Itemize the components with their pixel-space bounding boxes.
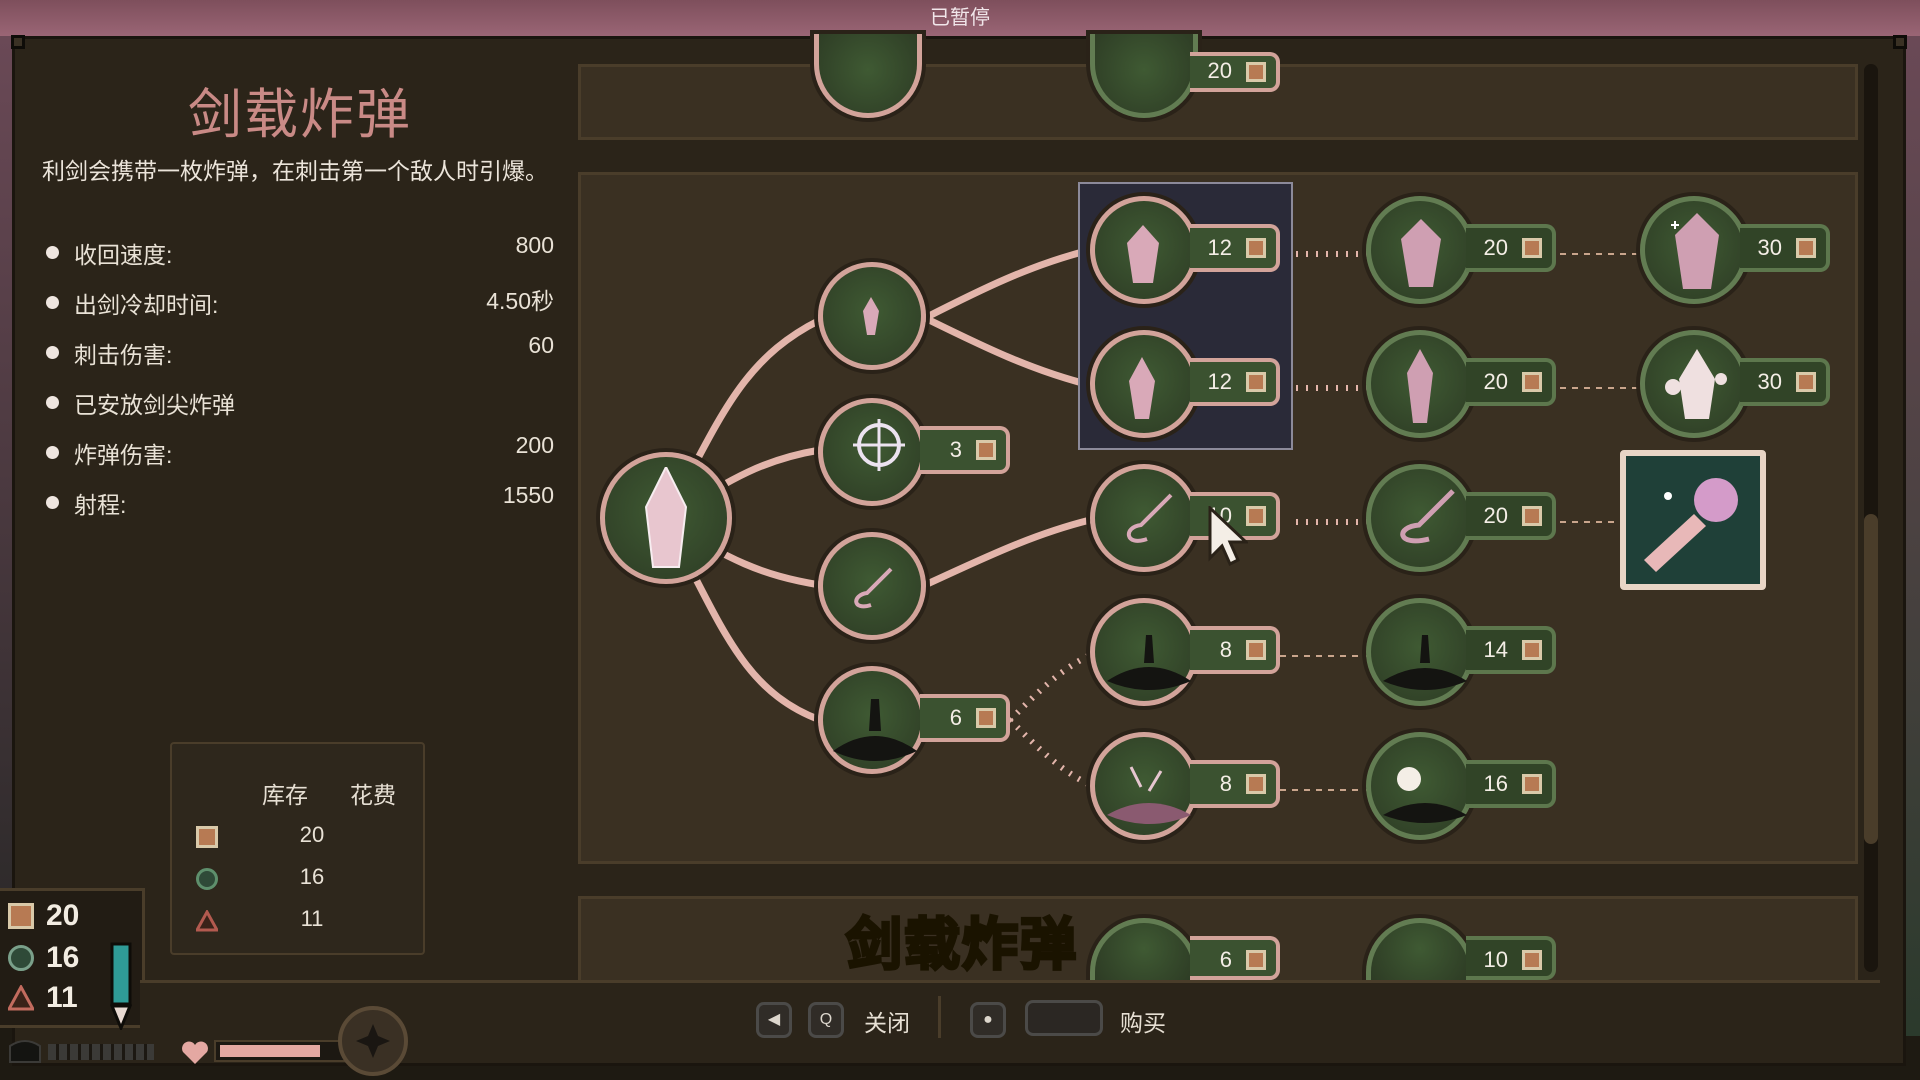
- mouse-click-icon[interactable]: ●: [970, 1002, 1006, 1038]
- upgrade-node-10[interactable]: [1090, 464, 1198, 572]
- spark-mound-icon: [1107, 766, 1191, 824]
- cost-tag: 20: [1466, 492, 1556, 540]
- sword-bomb-icon: [1644, 478, 1738, 572]
- flash-mound-icon: [1383, 767, 1467, 823]
- crystal-icon: [1129, 357, 1155, 419]
- cost-tag: 12: [1190, 358, 1280, 406]
- heart-icon: [182, 1041, 208, 1064]
- bomb-mound-icon: [1107, 635, 1191, 690]
- gold-coin-icon: [1522, 950, 1542, 970]
- hold-key-icon[interactable]: [1025, 1000, 1103, 1036]
- gold-coin-icon: [1246, 506, 1266, 526]
- health-fill: [220, 1045, 320, 1057]
- upgrade-node-30b[interactable]: [1640, 330, 1748, 438]
- whip-sword-icon: [1400, 489, 1455, 544]
- upgrade-node-30a[interactable]: [1640, 196, 1748, 304]
- upgrade-node-8b[interactable]: [1090, 732, 1198, 840]
- upgrade-node-bomb[interactable]: [818, 666, 926, 774]
- gold-coin-icon: [976, 440, 996, 460]
- cost-tag: 12: [1190, 224, 1280, 272]
- compass-icon: [338, 1006, 408, 1076]
- mouse-cursor-icon: [1208, 506, 1248, 566]
- gold-coin-icon: [1796, 372, 1816, 392]
- crystal-burst-icon: [1665, 349, 1727, 419]
- cost-tag: 10: [1466, 936, 1556, 980]
- gold-coin-icon: [1246, 774, 1266, 794]
- gold-coin-icon: [1246, 950, 1266, 970]
- bomb-mound-icon: [833, 699, 917, 761]
- gold-coin-icon: [1522, 238, 1542, 258]
- crystal-tall-icon: [1407, 349, 1433, 423]
- gold-coin-icon: [1246, 62, 1266, 82]
- gold-coin-icon: [1522, 372, 1542, 392]
- energy-bar: [48, 1044, 154, 1060]
- upgrade-node-8a[interactable]: [1090, 598, 1198, 706]
- close-label[interactable]: 关闭: [864, 1004, 910, 1038]
- crystal-icon: [863, 297, 879, 335]
- upgrade-node-20a[interactable]: [1366, 196, 1474, 304]
- gold-coin-icon: [1246, 238, 1266, 258]
- cost-tag: 30: [1740, 358, 1830, 406]
- gold-coin-icon: [1522, 774, 1542, 794]
- cost-tag: 30: [1740, 224, 1830, 272]
- gold-coin-icon: [1796, 238, 1816, 258]
- action-divider: [938, 996, 941, 1038]
- upgrade-node-20c[interactable]: [1366, 464, 1474, 572]
- gold-coin-icon: [1522, 640, 1542, 660]
- crystal-large-icon: [1401, 219, 1441, 287]
- health-bar: [214, 1040, 349, 1062]
- cost-tag: 14: [1466, 626, 1556, 674]
- cost-tag: 8: [1190, 626, 1280, 674]
- upgrade-node-12b[interactable]: [1090, 330, 1198, 438]
- cost-tag: 6: [920, 694, 1010, 742]
- cost-tag: 20: [1466, 224, 1556, 272]
- mouse-back-icon[interactable]: ◀: [756, 1002, 792, 1038]
- energy-icon: [9, 1040, 41, 1063]
- root-sword-node[interactable]: [600, 452, 732, 584]
- whip-sword-icon: [854, 567, 893, 609]
- upgrade-node-20b[interactable]: [1366, 330, 1474, 438]
- upgrade-node-16[interactable]: [1366, 732, 1474, 840]
- gold-coin-icon: [976, 708, 996, 728]
- target-icon: [853, 419, 905, 471]
- upgrade-node-crystal-small[interactable]: [818, 262, 926, 370]
- crystal-sword-icon: [644, 467, 688, 568]
- crystal-icon: [1127, 225, 1159, 283]
- key-q[interactable]: Q: [808, 1002, 844, 1038]
- whip-sword-icon: [1127, 493, 1173, 543]
- upgrade-node-12a[interactable]: [1090, 196, 1198, 304]
- crystal-sparkle-icon: [1671, 213, 1719, 289]
- upgrade-node-14[interactable]: [1366, 598, 1474, 706]
- gold-coin-icon: [1246, 640, 1266, 660]
- buy-label[interactable]: 购买: [1120, 1004, 1166, 1038]
- cost-tag: 3: [920, 426, 1010, 474]
- upgrade-node-whip[interactable]: [818, 532, 926, 640]
- bomb-mound-icon: [1383, 635, 1467, 690]
- gold-coin-icon: [1246, 372, 1266, 392]
- upgrade-node-target[interactable]: [818, 398, 926, 506]
- cost-tag: 16: [1466, 760, 1556, 808]
- cost-tag: 6: [1190, 936, 1280, 980]
- gold-coin-icon: [1522, 506, 1542, 526]
- upgrade-item-sword-bomb[interactable]: [1620, 450, 1766, 590]
- subtitle-caption: 剑载炸弹: [845, 912, 1078, 978]
- cost-tag: 20: [1190, 52, 1280, 92]
- cost-tag: 8: [1190, 760, 1280, 808]
- cost-tag: 20: [1466, 358, 1556, 406]
